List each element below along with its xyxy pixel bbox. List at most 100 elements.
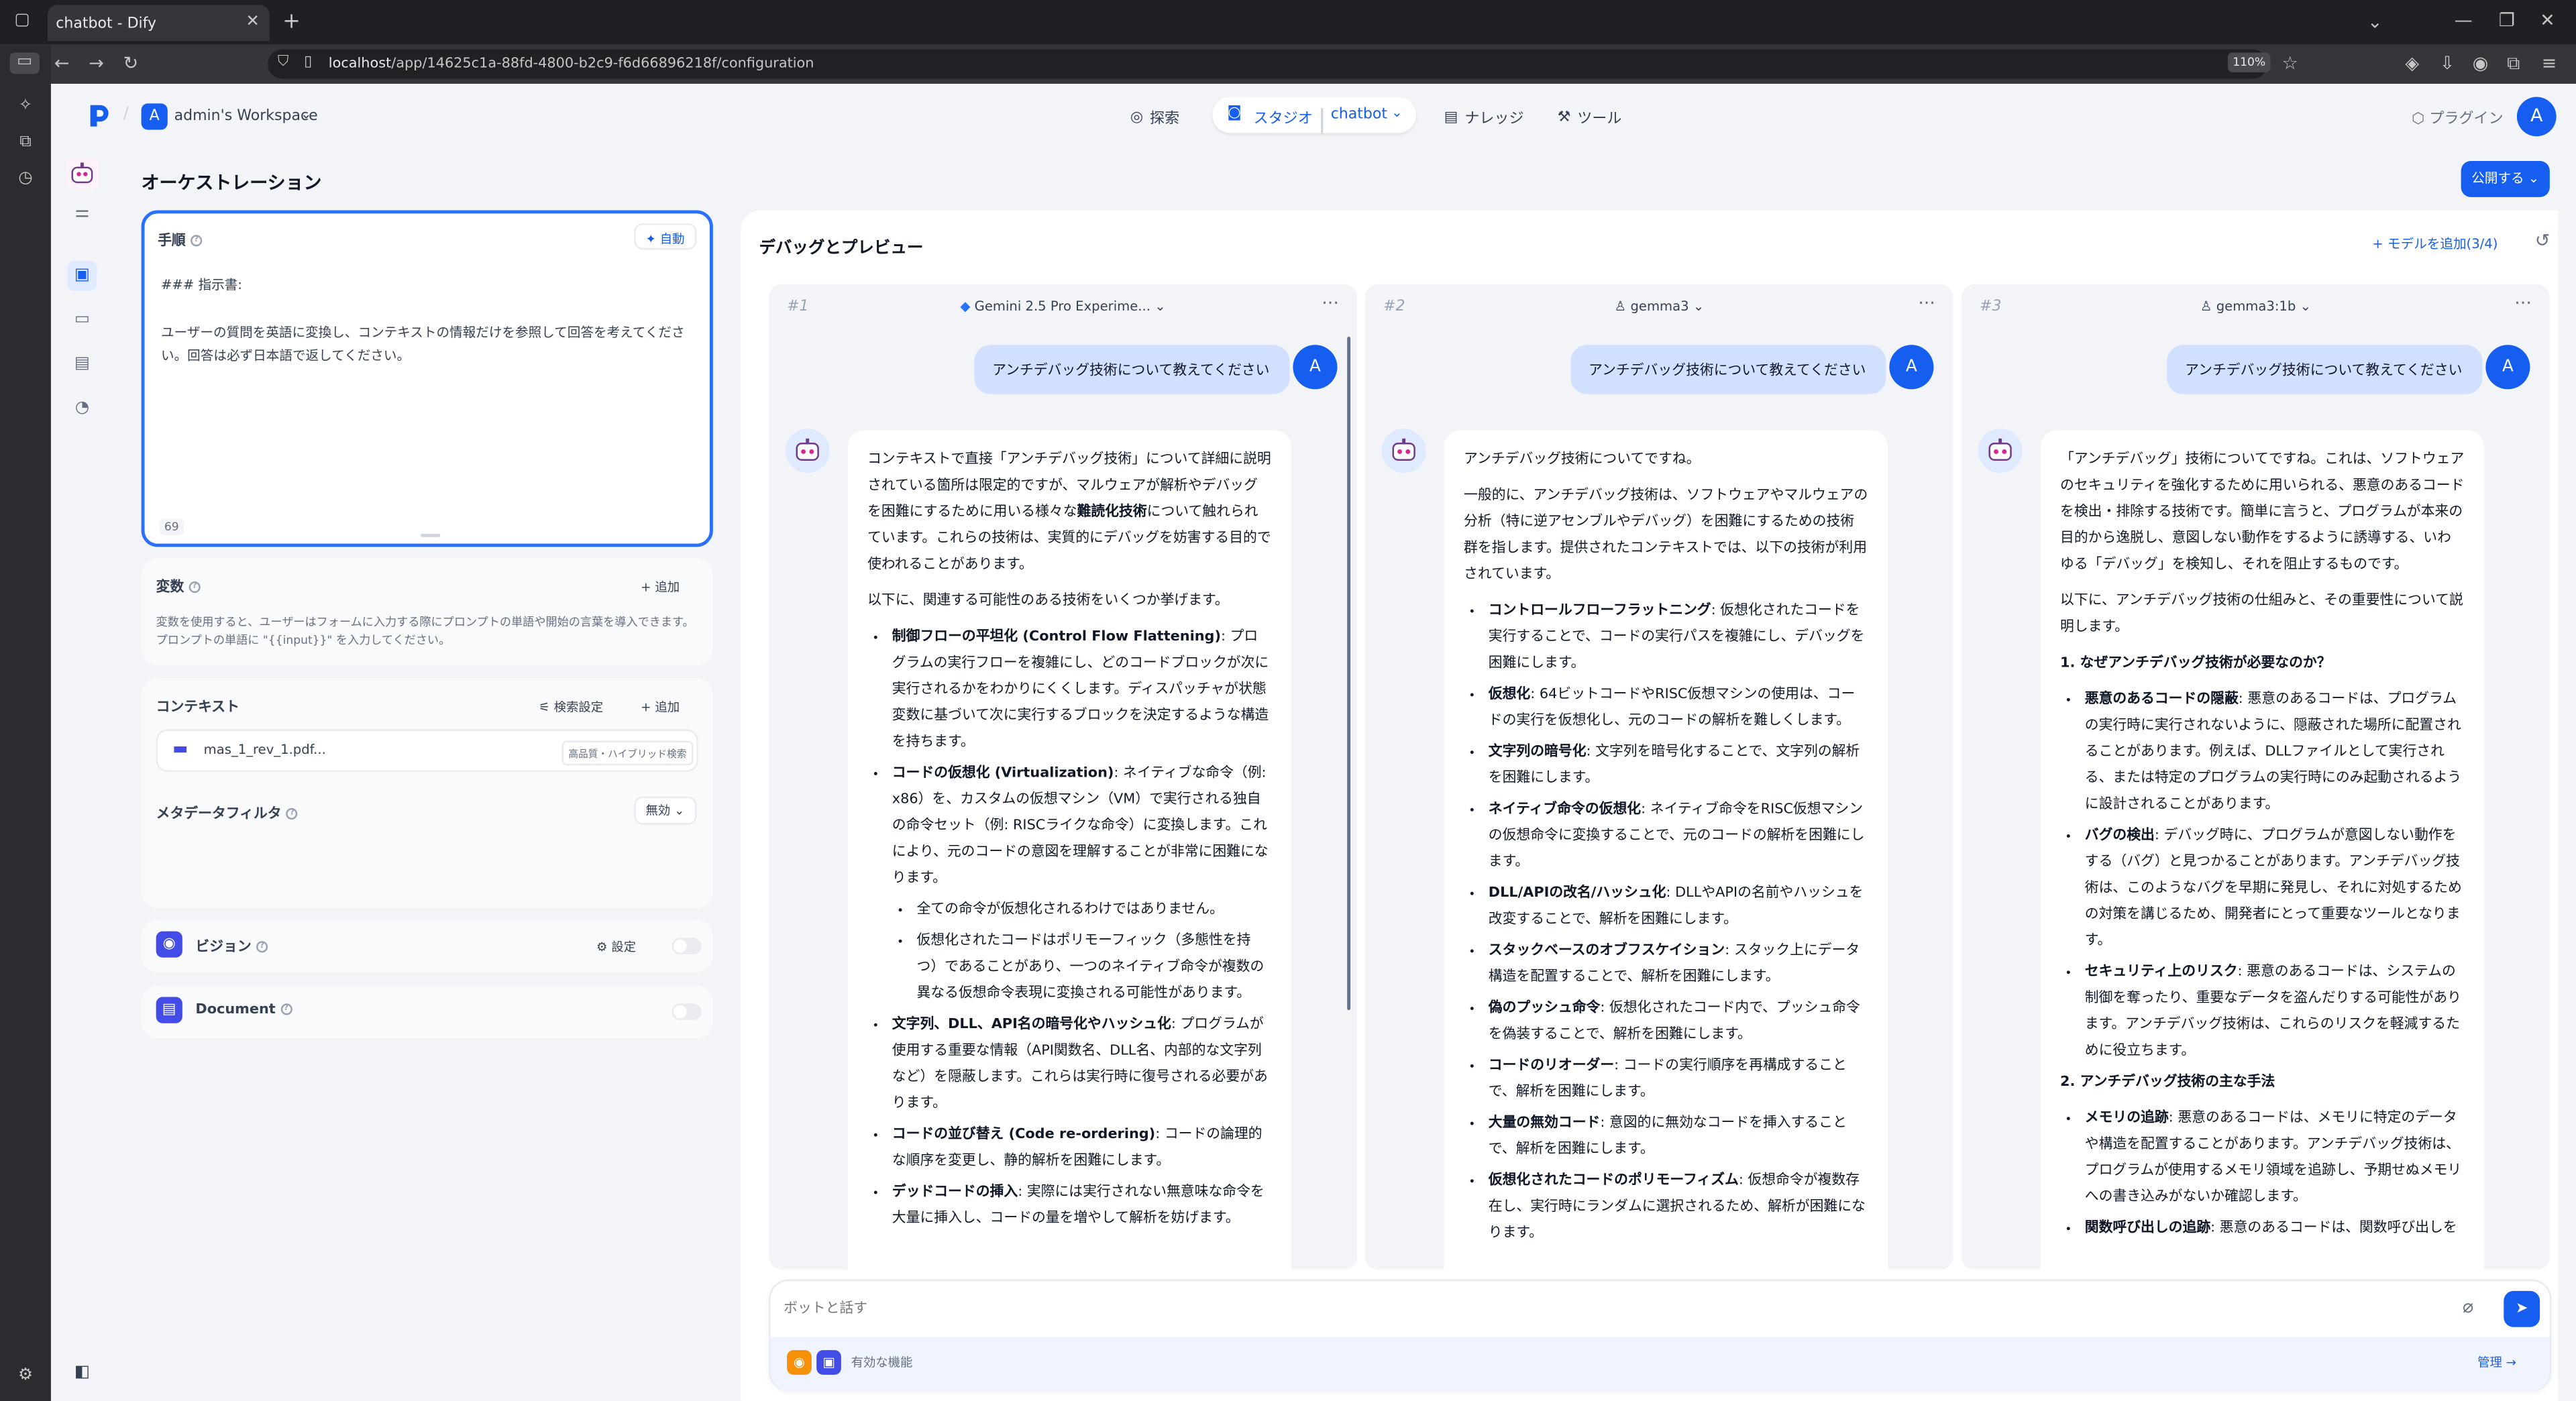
logs-icon[interactable]: ▤ bbox=[67, 350, 97, 380]
paperclip-icon[interactable]: ⌀ bbox=[2463, 1296, 2473, 1317]
compass-icon: ◎ bbox=[1130, 109, 1144, 126]
api-terminal-icon[interactable]: ▭ bbox=[67, 306, 97, 335]
window-close-icon[interactable]: ✕ bbox=[2540, 10, 2555, 32]
nav-knowledge[interactable]: ▤ ナレッジ bbox=[1444, 107, 1524, 128]
dataset-item[interactable]: ▬ mas_1_rev_1.pdf... 高品質・ハイブリッド検索 bbox=[156, 729, 698, 773]
chevron-down-icon[interactable]: ⌄ bbox=[301, 107, 311, 121]
assistant-message: コンテキストで直接「アンチデバッグ技術」について詳細に説明されている箇所は限定的… bbox=[847, 430, 1291, 1270]
browser-tab[interactable]: chatbot - Dify ✕ bbox=[48, 5, 270, 42]
user-avatar: A bbox=[1293, 345, 1338, 390]
dataset-tag: 高品質・ハイブリッド検索 bbox=[561, 740, 694, 766]
variables-panel: 変数? + 追加 変数を使用すると、ユーザーはフォームに入力する際にプロンプトの… bbox=[141, 558, 713, 665]
model-column-3: #3 ♙ gemma3:1b ⌄ ··· アンチデバッグ技術について教えてくださ… bbox=[1962, 284, 2550, 1270]
vision-settings-button[interactable]: ⚙ 設定 bbox=[596, 938, 636, 956]
settings-gear-icon[interactable]: ⚙ bbox=[15, 1367, 36, 1388]
book-icon: ▤ bbox=[1444, 109, 1458, 126]
restore-icon[interactable]: ❐ bbox=[2499, 10, 2515, 32]
enabled-features-label: 有効な機能 bbox=[851, 1355, 913, 1370]
suggested-feature-icon[interactable]: ▣ bbox=[816, 1350, 841, 1375]
zoom-badge[interactable]: 110% bbox=[2227, 52, 2271, 72]
new-tab-icon[interactable]: + bbox=[282, 10, 301, 35]
metadata-filter-select[interactable]: 無効 ⌄ bbox=[634, 796, 696, 825]
vision-toggle[interactable] bbox=[672, 938, 702, 954]
account-icon[interactable]: ◉ bbox=[2473, 52, 2489, 74]
list-item: 関数呼び出しの追跡: 悪意のあるコードは、関数呼び出しを bbox=[2085, 1215, 2465, 1241]
user-avatar: A bbox=[2485, 345, 2530, 390]
sidebar-toggle-icon[interactable]: ▭ bbox=[9, 52, 40, 74]
nav-explore[interactable]: ◎ 探索 bbox=[1130, 107, 1179, 128]
nav-studio[interactable]: ◙ スタジオ | chatbot ⌄ bbox=[1212, 97, 1417, 135]
reset-icon[interactable]: ↺ bbox=[2535, 230, 2551, 251]
info-icon[interactable]: ? bbox=[280, 1003, 292, 1015]
nav-tools[interactable]: ⚒ ツール bbox=[1558, 107, 1622, 128]
publish-button[interactable]: 公開する ⌄ bbox=[2461, 161, 2550, 197]
dify-logo[interactable] bbox=[87, 102, 110, 128]
reload-icon[interactable]: ↻ bbox=[123, 52, 139, 74]
info-icon[interactable]: ? bbox=[191, 235, 203, 247]
list-item: ネイティブ命令の仮想化: ネイティブ命令をRISC仮想マシンの仮想命令に変換する… bbox=[1489, 797, 1868, 876]
app-icon[interactable] bbox=[65, 158, 99, 191]
opener-feature-icon[interactable]: ◉ bbox=[787, 1350, 812, 1375]
paragraph: アンチデバッグ技術についてですね。 bbox=[1464, 451, 1701, 468]
ollama-icon: ♙ bbox=[2200, 298, 2212, 314]
sliders-icon[interactable]: ⚌ bbox=[67, 199, 97, 228]
answer-list: 悪意のあるコードの隠蔽: 悪意のあるコードは、プログラムの実行時に実行されないよ… bbox=[2060, 687, 2464, 1064]
collapse-panel-icon[interactable]: ◧ bbox=[67, 1358, 97, 1388]
current-app-label[interactable]: chatbot bbox=[1331, 107, 1387, 123]
add-context-button[interactable]: + 追加 bbox=[641, 698, 680, 716]
nav-tools-label: ツール bbox=[1577, 111, 1622, 129]
forward-icon[interactable]: → bbox=[89, 52, 104, 74]
close-icon[interactable]: ✕ bbox=[246, 13, 260, 32]
tab-actions-icon[interactable]: ▢ bbox=[11, 11, 33, 33]
model-name: gemma3 bbox=[1630, 298, 1689, 314]
history-icon[interactable]: ◷ bbox=[15, 169, 36, 190]
list-item: コードの並び替え (Code re-ordering): コードの論理的な順序を… bbox=[892, 1122, 1272, 1174]
downloads-icon[interactable]: ⇩ bbox=[2440, 52, 2455, 74]
document-panel: ▤ Document? bbox=[141, 985, 713, 1038]
model-selector[interactable]: ♙ gemma3 ⌄ bbox=[1365, 299, 1953, 314]
retrieval-settings-button[interactable]: ⚟ 検索設定 bbox=[539, 698, 603, 716]
back-icon[interactable]: ← bbox=[54, 52, 70, 74]
model-selector[interactable]: ◆ Gemini 2.5 Pro Experime... ⌄ bbox=[769, 299, 1357, 314]
monitor-icon[interactable]: ◔ bbox=[67, 394, 97, 424]
section-heading: 2. アンチデバッグ技術の主な手法 bbox=[2060, 1074, 2275, 1091]
user-avatar[interactable]: A bbox=[2516, 97, 2557, 137]
minimize-icon[interactable]: — bbox=[2455, 10, 2473, 32]
url-field[interactable]: ⛉ ▯ localhost/app/14625c1a-88fd-4800-b2c… bbox=[268, 49, 2271, 79]
metadata-filter-label: メタデータフィルタ bbox=[156, 806, 282, 823]
info-icon[interactable]: ? bbox=[189, 581, 201, 594]
document-toggle[interactable] bbox=[672, 1003, 702, 1020]
chevron-down-icon[interactable]: ⌄ bbox=[2367, 11, 2383, 33]
model-selector[interactable]: ♙ gemma3:1b ⌄ bbox=[1962, 299, 2550, 314]
prompt-line: ユーザーの質問を英語に変換し、コンテキストの情報だけを参照して回答を考えてくださ… bbox=[161, 325, 685, 363]
auto-generate-button[interactable]: ✦ 自動 bbox=[634, 223, 696, 250]
pocket-icon[interactable]: ◈ bbox=[2405, 52, 2419, 74]
ai-icon[interactable]: ✧ bbox=[15, 97, 36, 118]
more-icon[interactable]: ··· bbox=[1322, 292, 1339, 314]
info-icon[interactable]: ? bbox=[256, 941, 268, 953]
publish-label: 公開する bbox=[2471, 170, 2524, 186]
add-model-button[interactable]: + モデルを追加(3/4) bbox=[2372, 235, 2498, 253]
extensions-icon[interactable]: ⧉ bbox=[2507, 52, 2520, 75]
prompt-editor[interactable]: ### 指示書: ユーザーの質問を英語に変換し、コンテキストの情報だけを参照して… bbox=[161, 274, 695, 368]
bookmark-star-icon[interactable]: ☆ bbox=[2282, 52, 2298, 74]
more-icon[interactable]: ··· bbox=[2514, 292, 2532, 314]
send-button[interactable]: ➤ bbox=[2504, 1290, 2540, 1327]
dify-app: / A admin's Workspace ⌄ ◎ 探索 ◙ スタジオ | cha… bbox=[50, 83, 2576, 1401]
plugin-link[interactable]: ⬡ プラグイン bbox=[2412, 107, 2504, 128]
more-icon[interactable]: ··· bbox=[1918, 292, 1935, 314]
workspace-avatar[interactable]: A bbox=[141, 103, 168, 130]
sync-tabs-icon[interactable]: ⧉ bbox=[15, 133, 36, 154]
workspace-name[interactable]: admin's Workspace bbox=[174, 109, 318, 125]
resize-handle[interactable] bbox=[420, 533, 441, 537]
add-variable-button[interactable]: + 追加 bbox=[641, 578, 680, 596]
list-item: DLL/APIの改名/ハッシュ化: DLLやAPIの名前やハッシュを改変すること… bbox=[1489, 881, 1868, 933]
vision-label: ビジョン bbox=[195, 939, 252, 956]
scrollbar[interactable] bbox=[1347, 337, 1351, 1011]
info-icon[interactable]: ? bbox=[286, 807, 299, 820]
orchestrate-icon[interactable]: ▣ bbox=[67, 261, 97, 291]
chevron-down-icon[interactable]: ⌄ bbox=[1391, 105, 1402, 120]
chat-input[interactable] bbox=[784, 1294, 2443, 1324]
manage-features-link[interactable]: 管理 → bbox=[2477, 1353, 2516, 1371]
menu-icon[interactable]: ≡ bbox=[2542, 52, 2557, 74]
